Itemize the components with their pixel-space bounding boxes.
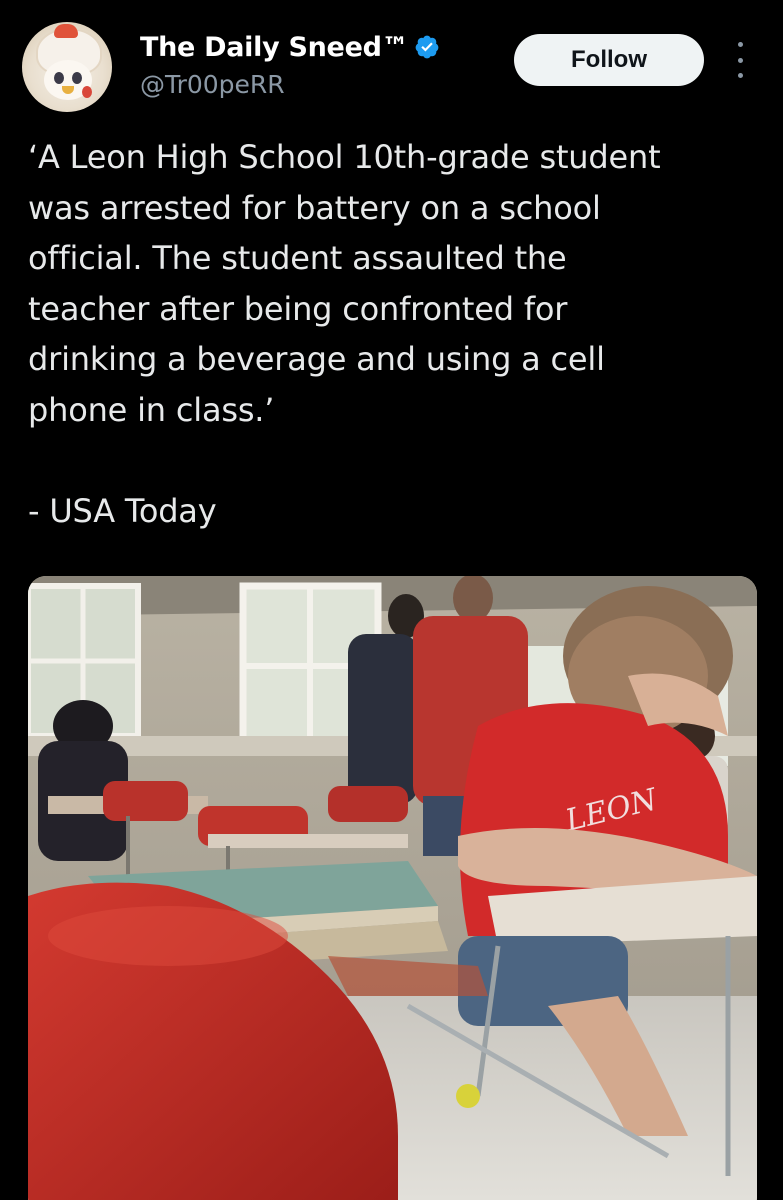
tweet-header: The Daily Sneed™ @Tr00peRR Follow xyxy=(22,22,762,114)
tweet-media[interactable]: LEON xyxy=(28,576,757,1200)
avatar-comb xyxy=(54,24,78,38)
avatar[interactable] xyxy=(22,22,112,112)
more-dot xyxy=(737,73,743,78)
avatar-eye xyxy=(54,72,64,84)
author-name-row[interactable]: The Daily Sneed™ xyxy=(140,30,440,64)
more-dot xyxy=(737,42,743,47)
tweet: The Daily Sneed™ @Tr00peRR Follow ‘A Leo… xyxy=(0,0,783,1200)
more-options-icon[interactable] xyxy=(728,42,752,78)
tweet-text: ‘A Leon High School 10th-grade student w… xyxy=(28,138,661,530)
author-handle[interactable]: @Tr00peRR xyxy=(140,70,285,99)
follow-button[interactable]: Follow xyxy=(514,34,704,86)
more-dot xyxy=(737,57,743,63)
avatar-wattle xyxy=(82,86,92,98)
verified-badge-icon xyxy=(415,35,439,59)
classroom-video-still: LEON xyxy=(28,576,757,1200)
avatar-eye xyxy=(72,72,82,84)
author-display-name[interactable]: The Daily Sneed™ xyxy=(140,32,409,63)
